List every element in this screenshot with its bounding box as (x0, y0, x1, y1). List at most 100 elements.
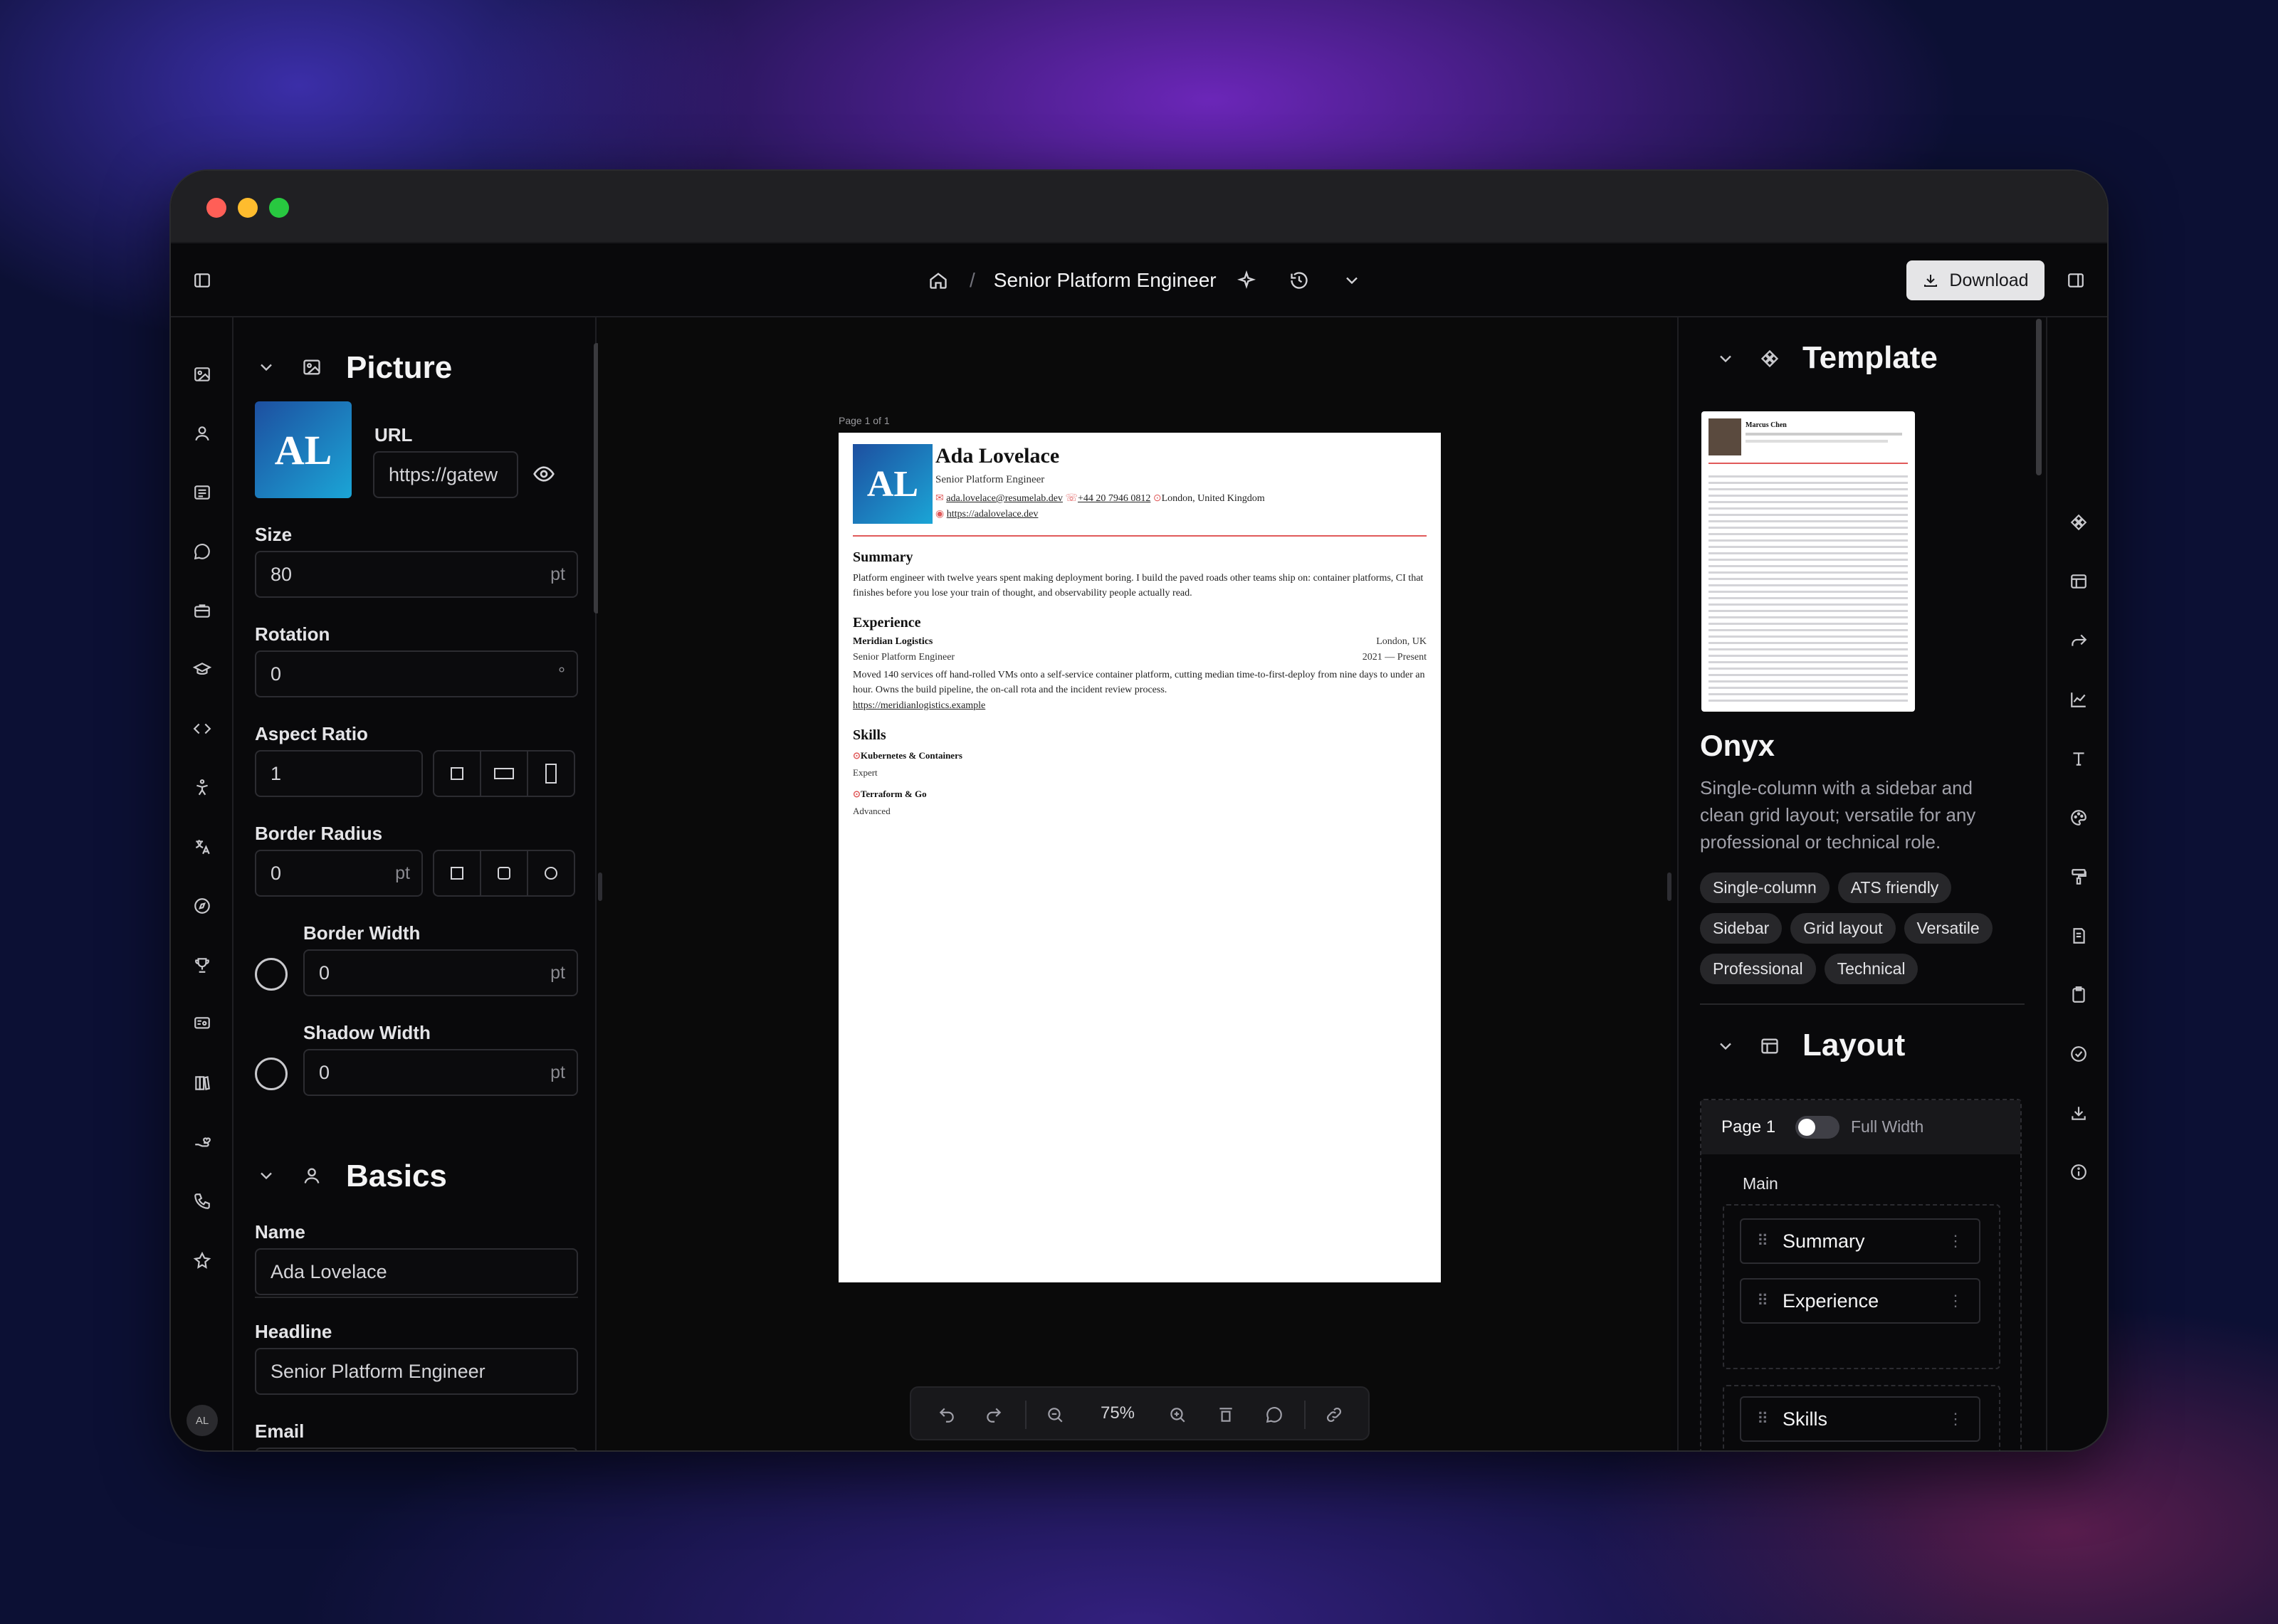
title-bar (171, 171, 2107, 243)
share-icon[interactable] (2064, 626, 2093, 655)
statistics-icon[interactable] (2064, 685, 2093, 714)
size-label: Size (255, 524, 293, 545)
accessibility-icon[interactable] (188, 774, 216, 802)
summary-icon[interactable] (188, 478, 216, 507)
right-panel-scrollbar[interactable] (2036, 319, 2042, 475)
palette-icon[interactable] (2064, 803, 2093, 832)
trophy-icon[interactable] (188, 951, 216, 979)
template-tags: Single-column ATS friendly Sidebar Grid lay… (1700, 872, 2035, 994)
undo-icon[interactable] (933, 1401, 961, 1429)
user-icon[interactable] (188, 419, 216, 448)
chevron-down-icon[interactable] (1336, 265, 1368, 296)
rotation-input[interactable]: 0 ° (255, 650, 578, 697)
badge-check-icon[interactable] (2064, 1040, 2093, 1068)
picture-preview[interactable]: AL (255, 401, 352, 498)
graduation-cap-icon[interactable] (188, 655, 216, 684)
border-radius-input[interactable]: 0 pt (255, 850, 423, 897)
layout-icon[interactable] (2064, 567, 2093, 596)
size-input[interactable]: 80 pt (255, 551, 578, 598)
info-icon[interactable] (2064, 1158, 2093, 1186)
star-icon[interactable] (188, 1246, 216, 1275)
border-width-value: 0 (319, 961, 330, 984)
rotation-unit: ° (558, 663, 565, 684)
headline-input[interactable]: Senior Platform Engineer (255, 1348, 578, 1395)
radius-circle-button[interactable] (527, 850, 575, 897)
layout-icon (1760, 1036, 1780, 1056)
redo-icon[interactable] (980, 1401, 1008, 1429)
comment-icon[interactable] (1260, 1401, 1288, 1429)
resume-page[interactable]: AL Ada Lovelace Senior Platform Engineer… (839, 433, 1441, 1282)
shadow-width-input[interactable]: 0 pt (303, 1049, 578, 1096)
layout-item-label: Experience (1783, 1290, 1879, 1312)
chevron-down-icon[interactable] (1716, 349, 1736, 369)
close-window-button[interactable] (206, 198, 226, 218)
url-input[interactable]: https://gatew (373, 451, 518, 498)
layout-item-experience[interactable]: ⠿ Experience ⋮ (1740, 1278, 1980, 1324)
user-avatar[interactable]: AL (187, 1405, 218, 1436)
briefcase-icon[interactable] (188, 596, 216, 625)
globe-icon: ◉ (935, 509, 945, 520)
drag-handle-icon[interactable]: ⠿ (1741, 1410, 1783, 1428)
download-button[interactable]: Download (1906, 260, 2045, 300)
clipboard-icon[interactable] (2064, 981, 2093, 1009)
maximize-window-button[interactable] (269, 198, 289, 218)
border-width-input[interactable]: 0 pt (303, 949, 578, 996)
user-icon (302, 1166, 322, 1186)
phone-icon[interactable] (188, 1187, 216, 1216)
chevron-down-icon[interactable] (1716, 1036, 1736, 1056)
export-icon[interactable] (2064, 1099, 2093, 1127)
template-thumbnail[interactable]: Marcus Chen (1701, 411, 1915, 712)
books-icon[interactable] (188, 1069, 216, 1097)
aspect-square-button[interactable] (433, 750, 481, 797)
hand-heart-icon[interactable] (188, 1128, 216, 1156)
toggle-left-sidebar-icon[interactable] (187, 265, 218, 296)
aspect-portrait-button[interactable] (527, 750, 575, 797)
code-icon[interactable] (188, 715, 216, 743)
certificate-icon[interactable] (188, 1010, 216, 1038)
right-section-rail (2046, 316, 2107, 1450)
more-vertical-icon[interactable]: ⋮ (1948, 1232, 1963, 1250)
zoom-in-icon[interactable] (1163, 1401, 1192, 1429)
toggle-knob (1798, 1119, 1815, 1136)
message-icon[interactable] (188, 537, 216, 566)
zoom-out-icon[interactable] (1041, 1401, 1069, 1429)
radius-rounded-button[interactable] (480, 850, 528, 897)
layout-item-summary[interactable]: ⠿ Summary ⋮ (1740, 1218, 1980, 1264)
toggle-right-sidebar-icon[interactable] (2060, 265, 2091, 296)
typography-icon[interactable] (2064, 744, 2093, 773)
paint-roller-icon[interactable] (2064, 863, 2093, 891)
history-icon[interactable] (1284, 265, 1315, 296)
email-input[interactable] (255, 1448, 578, 1450)
border-color-swatch[interactable] (255, 958, 288, 991)
fit-page-icon[interactable] (1212, 1401, 1240, 1429)
shadow-color-swatch[interactable] (255, 1058, 288, 1090)
more-vertical-icon[interactable]: ⋮ (1948, 1410, 1963, 1428)
resume-title[interactable]: Senior Platform Engineer (994, 269, 1217, 292)
languages-icon[interactable] (188, 833, 216, 861)
minimize-window-button[interactable] (238, 198, 258, 218)
experience-heading: Experience (853, 615, 921, 631)
notes-icon[interactable] (2064, 922, 2093, 950)
aspect-landscape-button[interactable] (480, 750, 528, 797)
template-icon[interactable] (2064, 508, 2093, 537)
drag-handle-icon[interactable]: ⠿ (1741, 1232, 1783, 1250)
right-resize-handle[interactable] (1667, 872, 1671, 901)
radius-none-button[interactable] (433, 850, 481, 897)
sparkles-icon[interactable] (1231, 265, 1262, 296)
chevron-down-icon[interactable] (256, 1166, 276, 1186)
compass-icon[interactable] (188, 892, 216, 920)
chevron-down-icon[interactable] (256, 357, 276, 377)
full-width-toggle[interactable] (1795, 1116, 1839, 1139)
name-input[interactable]: Ada Lovelace (255, 1248, 578, 1295)
aspect-ratio-input[interactable]: 1 (255, 750, 423, 797)
main-column-label: Main (1743, 1174, 1778, 1193)
left-resize-handle[interactable] (598, 872, 602, 901)
link-icon[interactable] (1320, 1401, 1348, 1429)
picture-icon[interactable] (188, 360, 216, 389)
more-vertical-icon[interactable]: ⋮ (1948, 1292, 1963, 1310)
home-icon[interactable] (923, 265, 954, 296)
layout-item-skills[interactable]: ⠿ Skills ⋮ (1740, 1396, 1980, 1442)
drag-handle-icon[interactable]: ⠿ (1741, 1292, 1783, 1310)
eye-icon[interactable] (532, 463, 555, 485)
tag: ATS friendly (1837, 872, 1952, 903)
